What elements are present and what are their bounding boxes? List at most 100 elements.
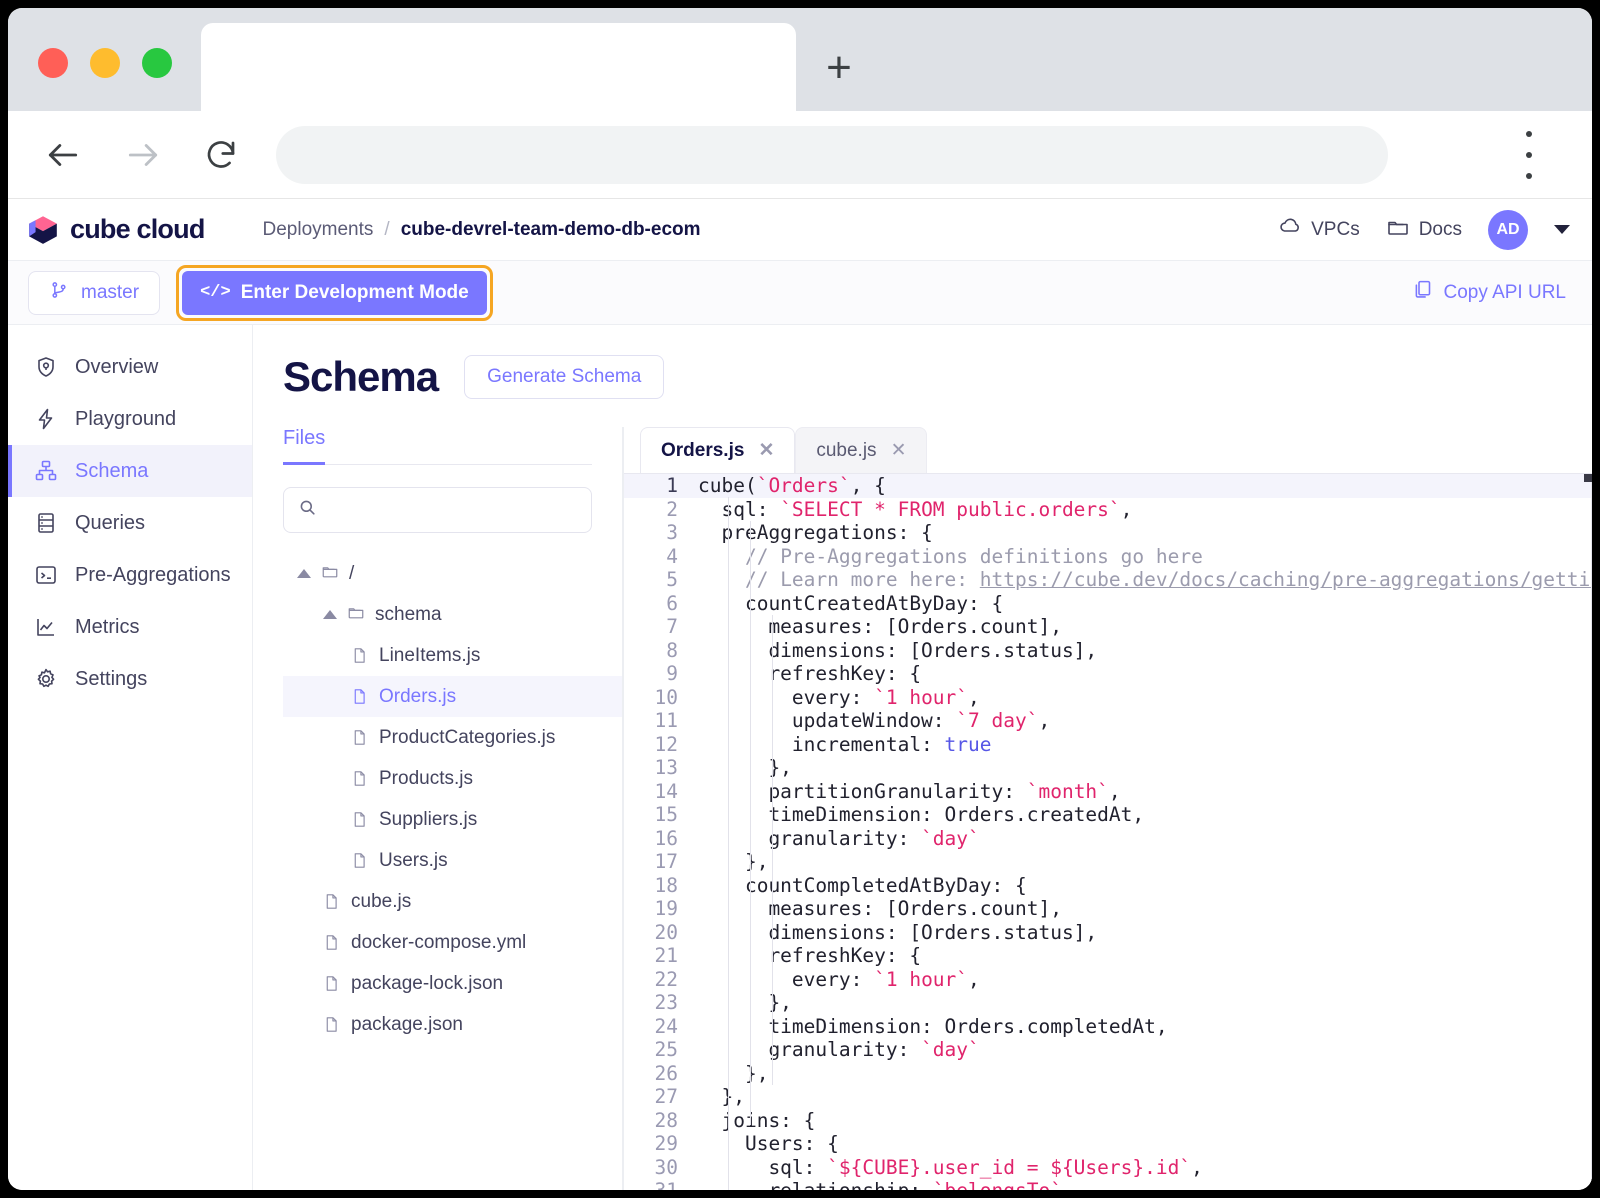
line-number: 28 xyxy=(654,1108,678,1132)
code-editor: Orders.js ✕ cube.js ✕ 1 cube(`Orders`, {2… xyxy=(623,427,1592,1190)
close-icon[interactable]: ✕ xyxy=(758,439,774,462)
line-number: 26 xyxy=(654,1061,678,1085)
docs-link[interactable]: Docs xyxy=(1386,215,1462,245)
chevron-up-icon[interactable] xyxy=(297,569,311,578)
code-line: 26 }, xyxy=(624,1062,1592,1086)
reload-icon[interactable] xyxy=(194,128,248,182)
workspace: Files / schema LineItems.js Orders.js Pr… xyxy=(253,427,1592,1190)
docs-label: Docs xyxy=(1418,218,1462,240)
close-window-button[interactable] xyxy=(38,48,68,78)
code-line: 12 incremental: true xyxy=(624,733,1592,757)
tree-file-lineitems[interactable]: LineItems.js xyxy=(283,635,622,676)
header-actions: VPCs Docs AD xyxy=(1278,209,1570,250)
code-line: 20 dimensions: [Orders.status], xyxy=(624,921,1592,945)
sidebar-item-settings[interactable]: Settings xyxy=(8,653,252,705)
code-content[interactable]: 1 cube(`Orders`, {2 sql: `SELECT * FROM p… xyxy=(624,474,1592,1190)
sidebar-item-playground[interactable]: Playground xyxy=(8,393,252,445)
sidebar-item-overview[interactable]: Overview xyxy=(8,341,252,393)
files-panel: Files / schema LineItems.js Orders.js Pr… xyxy=(253,427,623,1190)
back-arrow-icon[interactable] xyxy=(36,128,90,182)
cube-cloud-logo[interactable]: cube cloud xyxy=(26,213,205,247)
close-icon[interactable]: ✕ xyxy=(891,439,907,462)
tree-label: cube.js xyxy=(351,890,412,912)
tree-label: schema xyxy=(375,603,442,625)
browser-tab[interactable] xyxy=(201,23,796,111)
folder-icon xyxy=(1386,215,1410,245)
code-brackets-icon: </> xyxy=(200,283,231,302)
search-input[interactable] xyxy=(327,499,577,521)
tree-label: / xyxy=(349,562,355,584)
file-icon xyxy=(351,686,369,708)
indent-guide xyxy=(772,615,773,1085)
code-line: 31 relationship: `belongsTo` xyxy=(624,1179,1592,1190)
tree-file-productcategories[interactable]: ProductCategories.js xyxy=(283,717,622,758)
sidebar-item-schema[interactable]: Schema xyxy=(8,445,252,497)
tree-file-package-json[interactable]: package.json xyxy=(283,1004,622,1045)
line-number: 2 xyxy=(666,497,678,521)
vpcs-link[interactable]: VPCs xyxy=(1278,215,1360,245)
editor-tab-cubejs[interactable]: cube.js ✕ xyxy=(795,427,928,473)
copy-api-url-label: Copy API URL xyxy=(1443,281,1567,303)
tree-file-products[interactable]: Products.js xyxy=(283,758,622,799)
file-search-box[interactable] xyxy=(283,487,592,533)
line-number: 12 xyxy=(654,732,678,756)
tree-label: Orders.js xyxy=(379,685,457,707)
tree-label: LineItems.js xyxy=(379,644,481,666)
tree-file-orders[interactable]: Orders.js xyxy=(283,676,622,717)
code-line: 25 granularity: `day` xyxy=(624,1038,1592,1062)
tree-label: Users.js xyxy=(379,849,448,871)
kebab-menu-icon[interactable] xyxy=(1526,131,1532,179)
code-line: 13 }, xyxy=(624,756,1592,780)
minimize-window-button[interactable] xyxy=(90,48,120,78)
scrollbar-thumb[interactable] xyxy=(1584,474,1592,482)
tree-file-users[interactable]: Users.js xyxy=(283,840,622,881)
tree-file-docker-compose[interactable]: docker-compose.yml xyxy=(283,922,622,963)
tree-folder-root[interactable]: / xyxy=(283,553,622,594)
file-icon xyxy=(323,973,341,995)
line-number: 25 xyxy=(654,1038,678,1061)
lightning-bolt-icon xyxy=(34,407,58,431)
sidebar-item-metrics[interactable]: Metrics xyxy=(8,601,252,653)
tab-files[interactable]: Files xyxy=(283,427,326,465)
tree-file-package-lock[interactable]: package-lock.json xyxy=(283,963,622,1004)
new-tab-button[interactable]: + xyxy=(808,40,870,100)
window-traffic-lights xyxy=(38,48,172,78)
code-line: 29 Users: { xyxy=(624,1132,1592,1156)
code-line: 9 refreshKey: { xyxy=(624,662,1592,686)
line-number: 24 xyxy=(654,1014,678,1038)
editor-tab-bar: Orders.js ✕ cube.js ✕ xyxy=(624,427,1592,473)
line-number: 9 xyxy=(666,662,678,685)
line-number: 30 xyxy=(654,1155,678,1179)
git-branch-icon xyxy=(49,279,69,307)
chevron-down-icon[interactable] xyxy=(1554,225,1570,234)
sidebar-item-pre-aggregations[interactable]: Pre-Aggregations xyxy=(8,549,252,601)
address-bar[interactable] xyxy=(276,126,1388,184)
indent-guide xyxy=(728,497,729,1190)
enter-development-mode-button[interactable]: </> Enter Development Mode xyxy=(182,270,487,315)
line-number: 8 xyxy=(666,638,678,662)
editor-tab-orders[interactable]: Orders.js ✕ xyxy=(640,427,796,473)
avatar[interactable]: AD xyxy=(1488,209,1528,250)
tree-file-cubejs[interactable]: cube.js xyxy=(283,881,622,922)
line-number: 11 xyxy=(654,709,678,732)
chevron-up-icon[interactable] xyxy=(323,610,337,619)
tree-folder-schema[interactable]: schema xyxy=(283,594,622,635)
tree-file-suppliers[interactable]: Suppliers.js xyxy=(283,799,622,840)
line-number: 15 xyxy=(654,803,678,826)
maximize-window-button[interactable] xyxy=(142,48,172,78)
files-tab-divider xyxy=(283,464,592,465)
schema-tree-icon xyxy=(34,459,58,483)
code-area[interactable]: 1 cube(`Orders`, {2 sql: `SELECT * FROM p… xyxy=(624,473,1592,1190)
vpcs-label: VPCs xyxy=(1311,218,1360,240)
copy-api-url-button[interactable]: Copy API URL xyxy=(1412,279,1567,306)
line-number: 23 xyxy=(654,991,678,1014)
tree-label: Suppliers.js xyxy=(379,808,478,830)
vertical-scrollbar[interactable] xyxy=(1591,474,1592,1190)
sidebar-item-queries[interactable]: Queries xyxy=(8,497,252,549)
generate-schema-button[interactable]: Generate Schema xyxy=(464,355,665,399)
line-number: 13 xyxy=(654,756,678,779)
breadcrumb-deployments[interactable]: Deployments xyxy=(263,219,374,241)
sidebar-item-label: Pre-Aggregations xyxy=(75,563,231,586)
forward-arrow-icon[interactable] xyxy=(116,128,170,182)
branch-selector-button[interactable]: master xyxy=(28,270,161,315)
